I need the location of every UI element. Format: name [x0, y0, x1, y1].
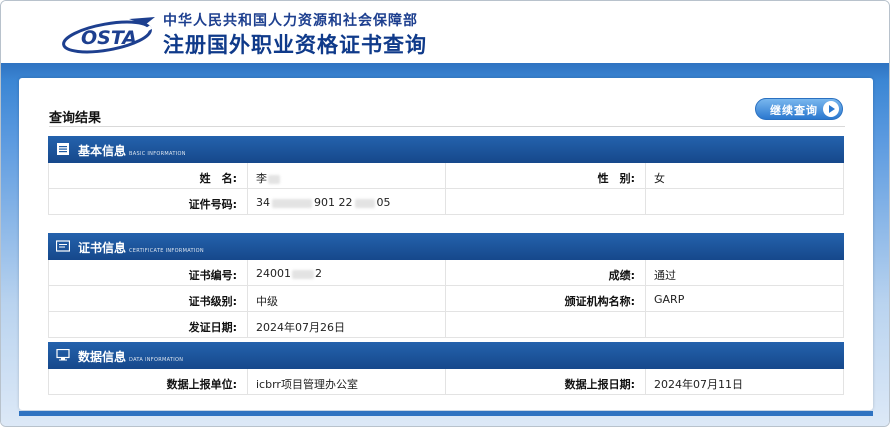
org-name: 中华人民共和国人力资源和社会保障部: [163, 13, 418, 29]
cert-level-label: 证书级别:: [188, 295, 237, 308]
name-value: 李: [256, 170, 280, 186]
id-number-value: 34 901 22 05: [256, 196, 391, 209]
issuer-label: 颁证机构名称:: [564, 295, 635, 308]
table-row: 证件号码: 34 901 22 05: [48, 189, 844, 215]
svg-text:OSTA: OSTA: [81, 27, 137, 49]
id-number-label: 证件号码:: [188, 198, 237, 211]
issuer-value: GARP: [654, 293, 685, 306]
cert-level-value: 中级: [256, 295, 278, 308]
section-title-data: 数据信息: [78, 350, 127, 364]
cert-number-label: 证书编号:: [188, 269, 237, 282]
result-title: 查询结果: [49, 111, 102, 126]
reporter-value: icbrr项目管理办公室: [256, 378, 358, 391]
section-subtitle-data: DATA INFORMATION: [129, 357, 184, 363]
divider: [49, 126, 845, 127]
document-icon: [57, 143, 69, 155]
table-row: 姓 名: 李 性 别: 女: [48, 163, 844, 189]
issue-date-label: 发证日期:: [188, 321, 237, 334]
section-title-basic: 基本信息: [78, 144, 127, 158]
section-certificate-info: 证书信息 CERTIFICATE INFORMATION: [48, 233, 844, 260]
table-row: 证书编号: 24001 2 成绩: 通过: [48, 260, 844, 286]
certificate-icon: [56, 240, 70, 252]
table-row: 数据上报单位: icbrr项目管理办公室 数据上报日期: 2024年07月11日: [48, 369, 844, 395]
gender-label: 性 别:: [597, 172, 635, 185]
score-label: 成绩:: [608, 269, 635, 282]
page-frame: OSTA 中华人民共和国人力资源和社会保障部 注册国外职业资格证书查询 查询结果…: [0, 0, 890, 427]
continue-query-label: 继续查询: [770, 104, 818, 117]
monitor-icon: [56, 349, 70, 361]
table-row: 证书级别: 中级 颁证机构名称: GARP: [48, 286, 844, 312]
score-value: 通过: [654, 269, 676, 282]
site-title: 注册国外职业资格证书查询: [163, 33, 427, 57]
continue-query-button[interactable]: 继续查询: [755, 98, 843, 120]
gender-value: 女: [654, 172, 665, 185]
result-panel: 查询结果 继续查询 基本信息 BASIC INFORMATION 姓 名: 李 性: [19, 78, 873, 410]
section-basic-info: 基本信息 BASIC INFORMATION: [48, 136, 844, 163]
issue-date-value: 2024年07月26日: [256, 321, 345, 334]
section-subtitle-certificate: CERTIFICATE INFORMATION: [129, 248, 204, 254]
cert-number-value: 24001 2: [256, 267, 322, 280]
section-data-info: 数据信息 DATA INFORMATION: [48, 342, 844, 369]
osta-logo: OSTA: [62, 17, 155, 54]
site-header: OSTA 中华人民共和国人力资源和社会保障部 注册国外职业资格证书查询: [1, 1, 889, 63]
name-label: 姓 名:: [199, 172, 237, 185]
report-date-label: 数据上报日期:: [564, 378, 635, 391]
report-date-value: 2024年07月11日: [654, 378, 743, 391]
footer-bar: [19, 411, 873, 416]
section-subtitle-basic: BASIC INFORMATION: [129, 151, 186, 157]
table-row: 发证日期: 2024年07月26日: [48, 312, 844, 338]
reporter-label: 数据上报单位:: [166, 378, 237, 391]
section-title-certificate: 证书信息: [78, 241, 127, 255]
arrow-right-icon: [823, 101, 839, 117]
